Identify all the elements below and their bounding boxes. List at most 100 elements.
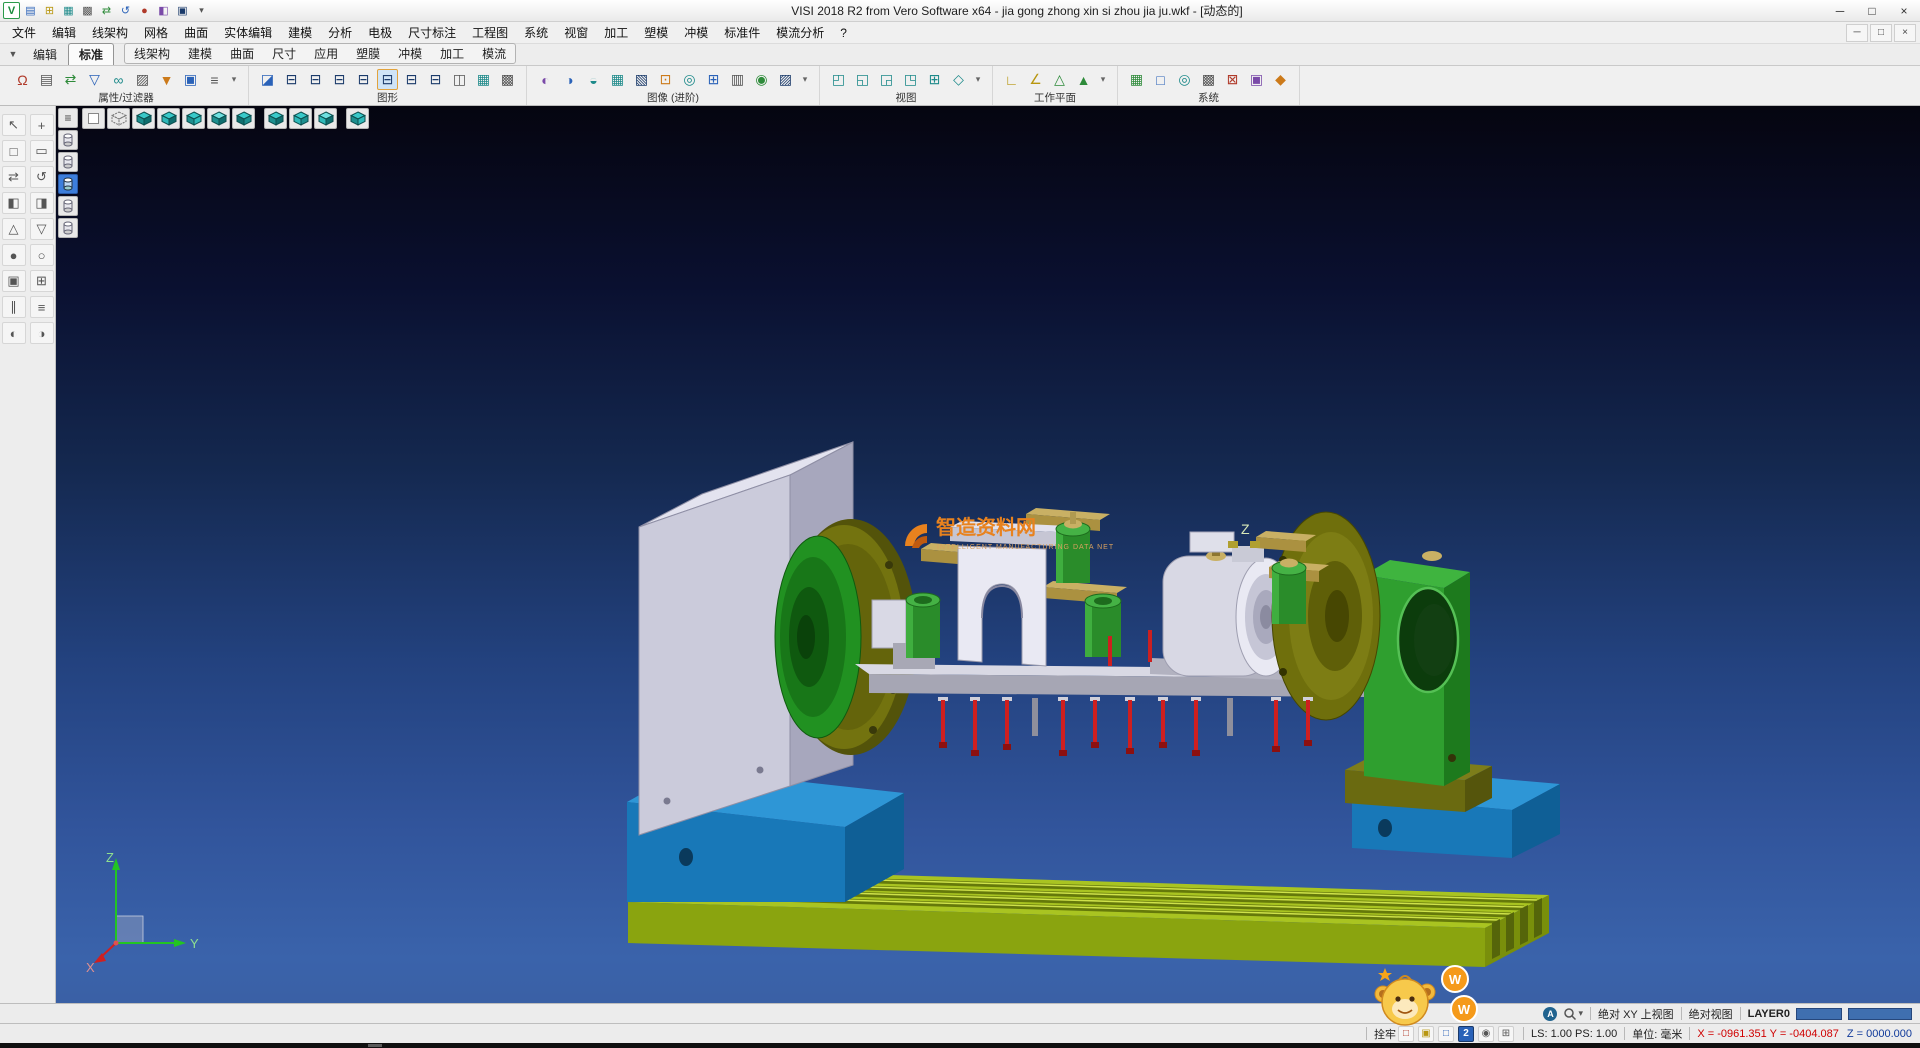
- menu-dimension[interactable]: 尺寸标注: [400, 22, 464, 43]
- menu-modeling[interactable]: 建模: [280, 22, 320, 43]
- view-mode-label[interactable]: 绝对 XY 上视图: [1598, 1006, 1674, 1022]
- menu-wireframe[interactable]: 线架构: [84, 22, 136, 43]
- section-icon[interactable]: ⊞: [703, 69, 724, 90]
- triangle-down-icon[interactable]: ▽: [30, 218, 54, 240]
- layer-cylinder-icon[interactable]: ⊟: [401, 69, 422, 90]
- tab-standard[interactable]: 标准: [68, 43, 114, 65]
- absolute-view-label[interactable]: 绝对视图: [1689, 1006, 1733, 1022]
- dynamic-view-button[interactable]: [346, 108, 369, 129]
- rectangle-tool-icon[interactable]: ▭: [30, 140, 54, 162]
- render-mode-icon[interactable]: ◒: [583, 69, 604, 90]
- point-filled-icon[interactable]: ●: [2, 244, 26, 266]
- group-caret-icon[interactable]: ▾: [972, 69, 984, 90]
- hidden-line-icon[interactable]: ▧: [631, 69, 652, 90]
- new-file-icon[interactable]: ▤: [22, 2, 39, 19]
- qat-caret-icon[interactable]: ▾: [193, 2, 210, 19]
- mdi-restore-button[interactable]: □: [1870, 24, 1892, 42]
- menu-mesh[interactable]: 网格: [136, 22, 176, 43]
- menu-help[interactable]: ?: [832, 22, 855, 43]
- print-icon[interactable]: ▩: [79, 2, 96, 19]
- hatch-icon[interactable]: ▨: [132, 69, 153, 90]
- layer-cylinder-button[interactable]: [58, 218, 78, 238]
- tab-dropdown-icon[interactable]: ▼: [4, 45, 22, 63]
- grid-view-icon[interactable]: ▣: [174, 2, 191, 19]
- pan-icon[interactable]: ◲: [876, 69, 897, 90]
- triangle-up-icon[interactable]: △: [2, 218, 26, 240]
- search-icon[interactable]: ▾: [1563, 1007, 1583, 1021]
- tab-surface[interactable]: 曲面: [221, 44, 263, 63]
- active-layer-label[interactable]: LAYER0: [1748, 1008, 1790, 1020]
- layer-color-chip[interactable]: [1796, 1008, 1842, 1020]
- paint-icon[interactable]: ◪: [257, 69, 278, 90]
- edge-display-icon[interactable]: ▥: [727, 69, 748, 90]
- tab-mold[interactable]: 塑膜: [347, 44, 389, 63]
- menu-surface[interactable]: 曲面: [176, 22, 216, 43]
- grid-snap-icon[interactable]: ▣: [2, 270, 26, 292]
- minimize-button[interactable]: ─: [1824, 0, 1856, 21]
- tab-wireframe[interactable]: 线架构: [125, 44, 179, 63]
- menu-flow-analysis[interactable]: 模流分析: [768, 22, 832, 43]
- save-icon[interactable]: ▦: [60, 2, 77, 19]
- list-icon[interactable]: ≡: [30, 296, 54, 318]
- layer-cylinder-icon[interactable]: ⊟: [305, 69, 326, 90]
- magnet-icon[interactable]: Ω: [12, 69, 33, 90]
- viewport-3d-canvas[interactable]: Z 智造资料网 INTELLIGENT MANUFACTURING DATA N…: [56, 106, 1920, 1003]
- filter-icon[interactable]: ▽: [84, 69, 105, 90]
- progress-chip[interactable]: [1848, 1008, 1912, 1020]
- iso-view-icon[interactable]: ◇: [948, 69, 969, 90]
- iso-view-button[interactable]: [132, 108, 155, 129]
- list-filter-icon[interactable]: ≡: [204, 69, 225, 90]
- import-export-icon[interactable]: ⇄: [98, 2, 115, 19]
- mdi-minimize-button[interactable]: ─: [1846, 24, 1868, 42]
- swap-entities-icon[interactable]: ⇄: [2, 166, 26, 188]
- blank-view-button[interactable]: [82, 108, 105, 129]
- texture-icon[interactable]: ⊡: [655, 69, 676, 90]
- workplane-face-icon[interactable]: ▲: [1073, 69, 1094, 90]
- funnel-icon[interactable]: ▼: [156, 69, 177, 90]
- menu-die[interactable]: 冲模: [676, 22, 716, 43]
- tab-apply[interactable]: 应用: [305, 44, 347, 63]
- menu-standard-parts[interactable]: 标准件: [716, 22, 768, 43]
- color-grid-icon[interactable]: ▦: [1126, 69, 1147, 90]
- group-caret-icon[interactable]: ▾: [1097, 69, 1109, 90]
- tab-machining[interactable]: 加工: [431, 44, 473, 63]
- right-view-button[interactable]: [289, 108, 312, 129]
- viewport[interactable]: ≡: [56, 106, 1920, 1003]
- shading-icon[interactable]: ◐: [535, 69, 556, 90]
- zoom-window-icon[interactable]: ◰: [828, 69, 849, 90]
- rotate-view-icon[interactable]: ◳: [900, 69, 921, 90]
- tab-flow[interactable]: 模流: [473, 44, 515, 63]
- grid-plus-icon[interactable]: ⊞: [30, 270, 54, 292]
- parallel-icon[interactable]: ∥: [2, 296, 26, 318]
- close-doc-icon[interactable]: ⊠: [1222, 69, 1243, 90]
- group-caret-icon[interactable]: ▾: [799, 69, 811, 90]
- menu-solid-edit[interactable]: 实体编辑: [216, 22, 280, 43]
- globe-icon[interactable]: ◎: [1174, 69, 1195, 90]
- transparency-icon[interactable]: ◎: [679, 69, 700, 90]
- wire-shade-icon[interactable]: ▦: [607, 69, 628, 90]
- point-hollow-icon[interactable]: ○: [30, 244, 54, 266]
- back-view-button[interactable]: [182, 108, 205, 129]
- properties-icon[interactable]: ▣: [180, 69, 201, 90]
- settings-grid-icon[interactable]: ▣: [1246, 69, 1267, 90]
- shadow-icon[interactable]: ▨: [775, 69, 796, 90]
- create-point-icon[interactable]: +: [30, 114, 54, 136]
- slope-icon[interactable]: ◆: [1270, 69, 1291, 90]
- chain-select-icon[interactable]: ∞: [108, 69, 129, 90]
- layer-cylinder-icon[interactable]: ⊟: [329, 69, 350, 90]
- layer-cylinder-icon[interactable]: ⊟: [353, 69, 374, 90]
- grid-display-icon[interactable]: ▦: [473, 69, 494, 90]
- tab-modeling[interactable]: 建模: [179, 44, 221, 63]
- workplane-xy-icon[interactable]: ∟: [1001, 69, 1022, 90]
- select-arrow-icon[interactable]: ↖: [2, 114, 26, 136]
- shade-left-icon[interactable]: ◧: [2, 192, 26, 214]
- menu-electrode[interactable]: 电极: [360, 22, 400, 43]
- box-select-icon[interactable]: □: [2, 140, 26, 162]
- front-view-button[interactable]: [157, 108, 180, 129]
- axon-view-button[interactable]: [314, 108, 337, 129]
- maximize-button[interactable]: □: [1856, 0, 1888, 21]
- menu-mold[interactable]: 塑模: [636, 22, 676, 43]
- mdi-close-button[interactable]: ×: [1894, 24, 1916, 42]
- undo-tool-icon[interactable]: ↺: [30, 166, 54, 188]
- workplane-angle-icon[interactable]: ∠: [1025, 69, 1046, 90]
